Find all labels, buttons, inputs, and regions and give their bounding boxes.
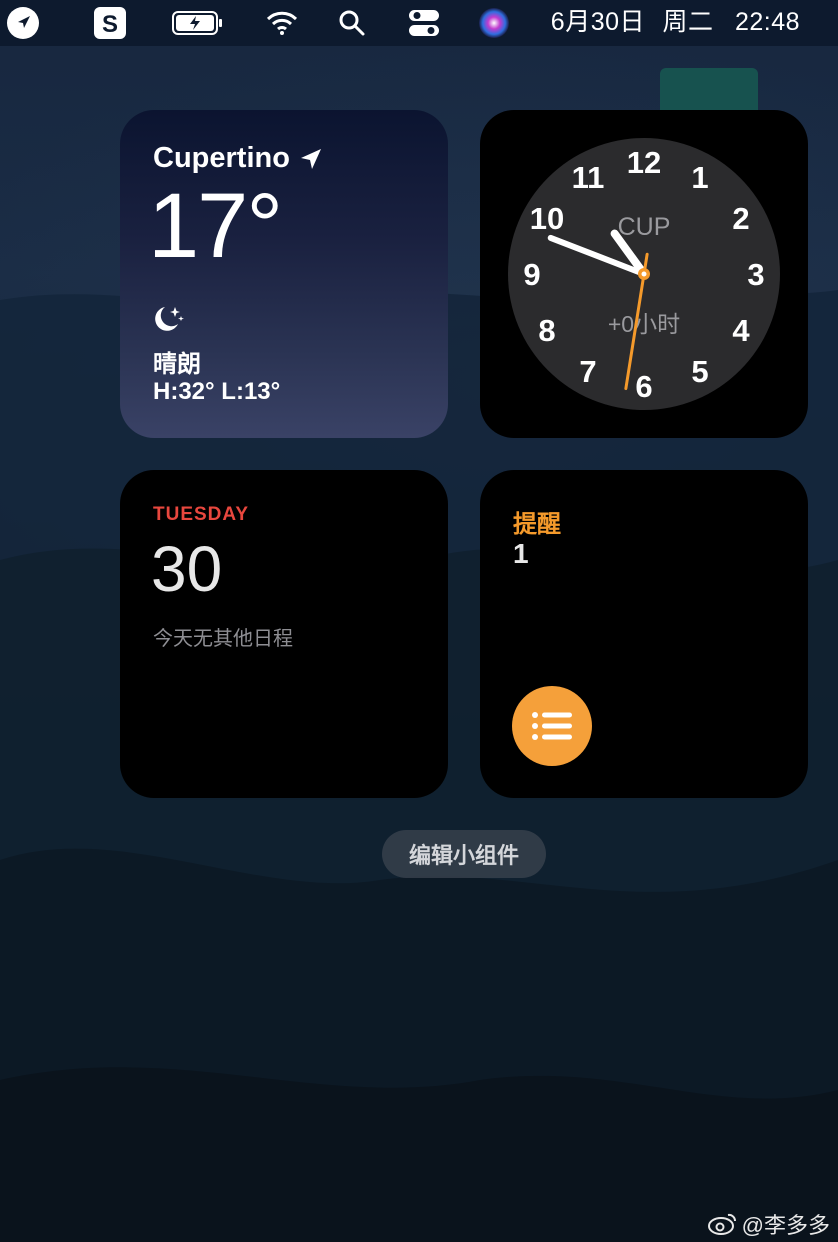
clock-numeral: 3 — [747, 257, 764, 292]
clock-numeral: 5 — [691, 354, 708, 389]
list-icon — [532, 712, 572, 740]
sogou-input-icon[interactable]: S — [93, 6, 127, 40]
analog-clock-face: 12 12 3 45 6 78 9 1011 CUP +0小时 — [508, 138, 780, 410]
location-arrow-icon[interactable] — [6, 6, 40, 40]
menu-bar: S 6月30日 周二 22:48 — [0, 0, 838, 46]
calendar-no-events: 今天无其他日程 — [153, 628, 293, 650]
clock-numeral: 2 — [732, 201, 749, 236]
clock-center-dot — [641, 271, 647, 277]
clock-numeral: 6 — [635, 369, 652, 404]
edit-widgets-button[interactable]: 编辑小组件 — [382, 830, 546, 878]
reminders-widget[interactable]: 提醒 1 — [480, 470, 808, 798]
clock-numeral: 7 — [579, 354, 596, 389]
weibo-logo-icon — [707, 1213, 736, 1235]
reminders-count: 1 — [513, 538, 529, 569]
weather-condition: 晴朗 — [153, 351, 201, 378]
clock-numeral: 11 — [572, 160, 605, 195]
svg-text:S: S — [102, 11, 118, 38]
weather-city-row: Cupertino — [153, 142, 322, 175]
battery-charging-icon[interactable] — [172, 6, 224, 40]
clock-widget[interactable]: 12 1 2 3 4 5 6 7 8 9 10 11 CUP +0小时 — [480, 110, 808, 438]
siri-icon[interactable] — [478, 6, 510, 40]
watermark-text: @李多多 — [741, 1213, 830, 1238]
clock-numeral: 1 — [691, 160, 708, 195]
reminders-list-button[interactable] — [512, 686, 592, 766]
calendar-date: 30 — [151, 533, 223, 605]
weather-widget[interactable]: Cupertino 17° 晴朗 H:32° L:13° — [120, 110, 448, 438]
wifi-icon[interactable] — [266, 6, 298, 40]
location-arrow-icon — [300, 148, 321, 169]
control-center-icon[interactable] — [408, 6, 440, 40]
calendar-widget[interactable]: TUESDAY 30 今天无其他日程 — [120, 470, 448, 798]
clock-numeral: 10 — [530, 201, 564, 236]
clock-numeral: 9 — [523, 257, 540, 292]
reminders-title: 提醒 — [513, 511, 561, 538]
weather-high-low: H:32° L:13° — [153, 378, 281, 405]
watermark: @李多多 — [707, 1208, 830, 1240]
search-icon[interactable] — [338, 6, 366, 40]
weather-city: Cupertino — [153, 142, 290, 174]
clock-numeral: 12 — [627, 145, 661, 180]
menu-bar-clock[interactable]: 6月30日 周二 22:48 — [551, 0, 800, 44]
weather-temperature: 17° — [148, 175, 283, 277]
clock-numeral: 4 — [732, 313, 750, 348]
menu-date: 6月30日 — [550, 8, 646, 36]
clock-city-code: CUP — [618, 213, 671, 241]
calendar-weekday: TUESDAY — [153, 504, 250, 525]
menu-time: 22:48 — [734, 8, 800, 36]
menu-weekday: 周二 — [662, 8, 714, 36]
moon-stars-icon — [151, 304, 185, 339]
clock-offset: +0小时 — [608, 311, 680, 337]
clock-numeral: 8 — [538, 313, 555, 348]
